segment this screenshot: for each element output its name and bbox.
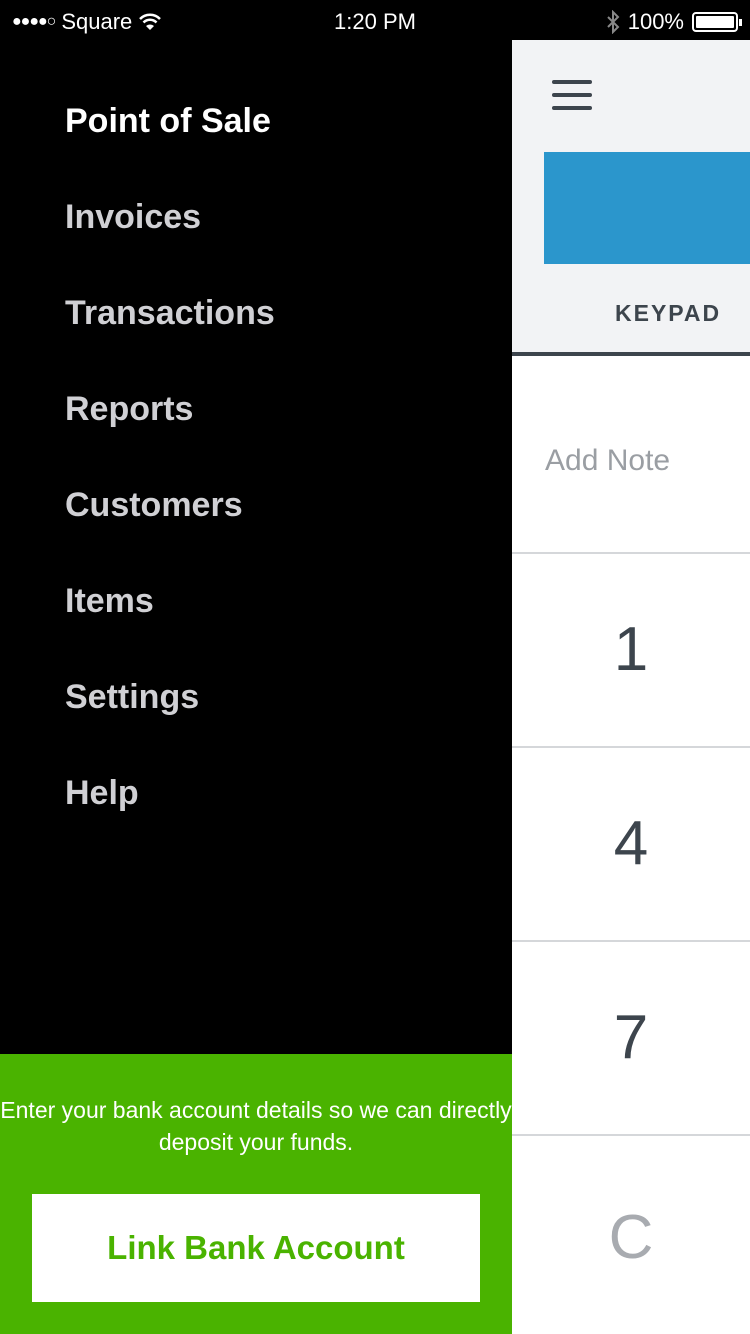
divider: [512, 1134, 750, 1136]
keypad-screen: KEYPAD Add Note 1 4 7 C: [512, 40, 750, 1334]
divider: [512, 940, 750, 942]
add-note-input[interactable]: Add Note: [545, 444, 670, 478]
divider: [512, 552, 750, 554]
key-clear[interactable]: C: [512, 1202, 750, 1273]
menu-item-items[interactable]: Items: [65, 582, 154, 621]
header: KEYPAD: [512, 40, 750, 356]
hamburger-menu-icon[interactable]: [552, 80, 592, 112]
key-4[interactable]: 4: [512, 808, 750, 879]
menu-item-customers[interactable]: Customers: [65, 486, 243, 525]
bank-promo: Enter your bank account details so we ca…: [0, 1054, 512, 1334]
menu-item-settings[interactable]: Settings: [65, 678, 199, 717]
link-bank-account-button[interactable]: Link Bank Account: [32, 1194, 480, 1302]
tab-keypad[interactable]: KEYPAD: [615, 300, 721, 327]
menu-item-invoices[interactable]: Invoices: [65, 198, 201, 237]
promo-message: Enter your bank account details so we ca…: [0, 1097, 512, 1155]
charge-button[interactable]: [544, 152, 750, 264]
bluetooth-icon: [607, 10, 620, 34]
key-7[interactable]: 7: [512, 1002, 750, 1073]
status-bar: ●●●●○ Square 1:20 PM 100%: [0, 0, 750, 40]
battery-percent: 100%: [627, 9, 684, 34]
divider: [512, 746, 750, 748]
menu-item-help[interactable]: Help: [65, 774, 139, 813]
key-1[interactable]: 1: [512, 614, 750, 685]
menu-item-point-of-sale[interactable]: Point of Sale: [65, 102, 271, 141]
battery-icon: [692, 12, 742, 32]
menu-item-reports[interactable]: Reports: [65, 390, 193, 429]
menu-item-transactions[interactable]: Transactions: [65, 294, 275, 333]
